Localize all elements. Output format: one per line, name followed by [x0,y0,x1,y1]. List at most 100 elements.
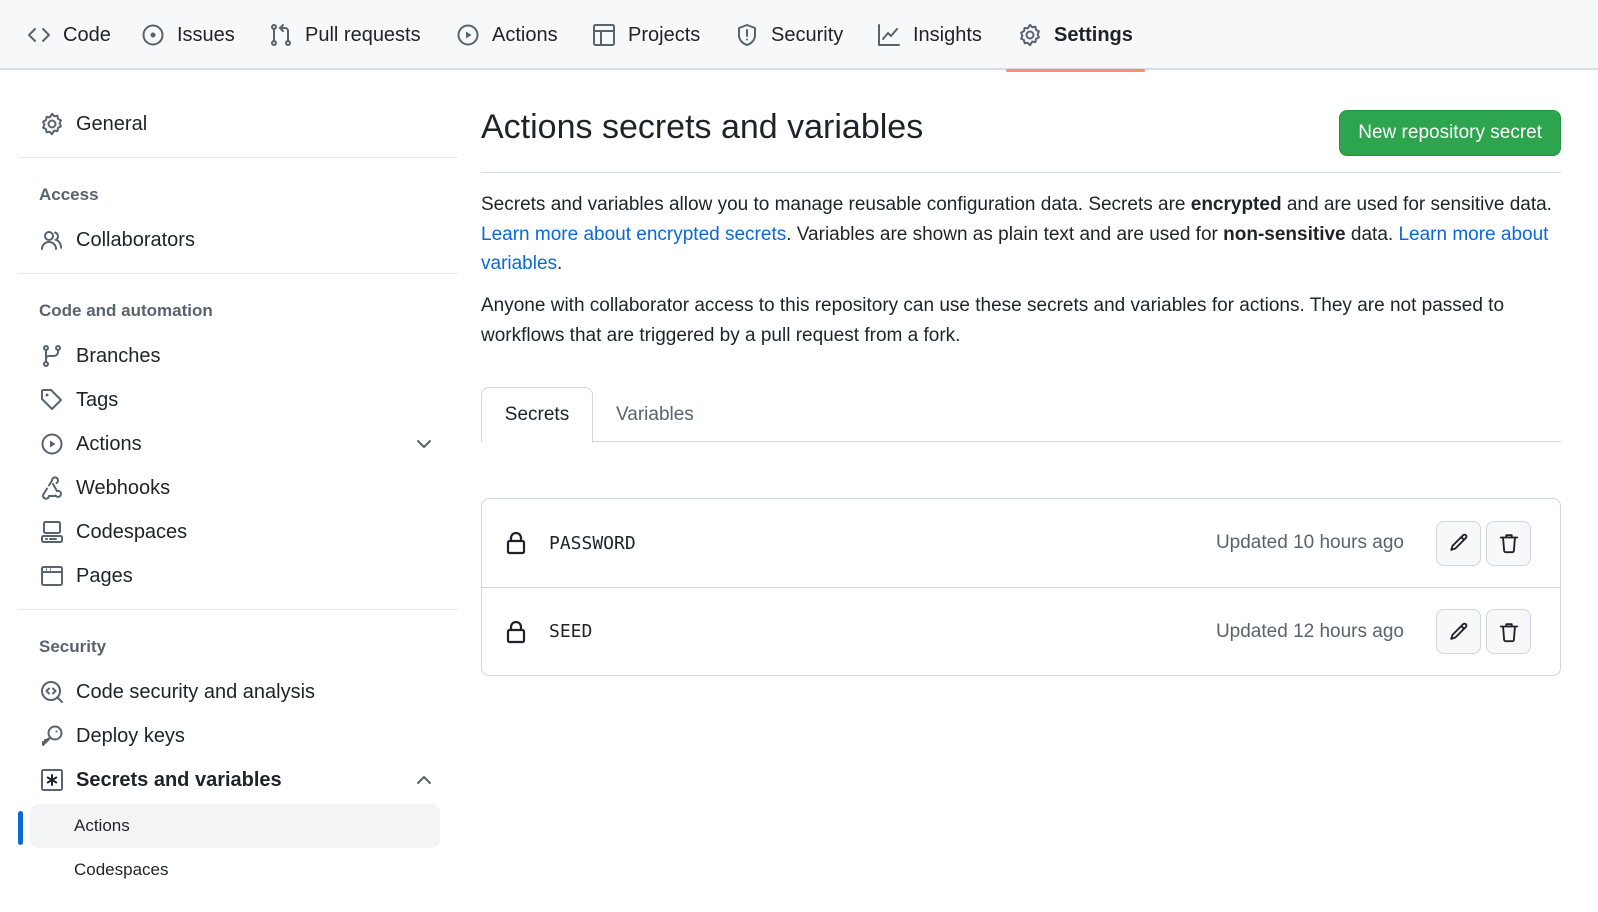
pencil-icon [1449,533,1467,551]
trash-icon [1499,622,1518,642]
secret-updated: Updated 12 hours ago [1215,620,1404,642]
tab-pull-requests-label: Pull requests [305,23,421,46]
shield-icon [738,24,756,46]
table-icon [593,24,615,46]
active-indicator [18,811,23,845]
sidebar-item-label: Tags [76,388,119,411]
sidebar-item-label: Pages [76,564,133,587]
chevron-up-icon[interactable] [414,770,434,790]
tab-actions-label: Actions [492,23,558,46]
sidebar-item-label: Webhooks [76,476,171,499]
issue-icon [142,24,164,46]
secret-row: SEED Updated 12 hours ago [482,587,1560,675]
tab-issues[interactable]: Issues [141,0,235,70]
sidebar-item-secrets-variables[interactable]: Secrets and variables [40,760,460,800]
graph-icon [878,24,900,46]
desc-text: . [557,253,563,274]
section-heading-security: Security [39,637,107,656]
divider [18,273,458,274]
sidebar-item-codespaces[interactable]: Codespaces [40,512,460,552]
pull-request-icon [271,24,291,46]
secret-name: SEED [549,621,593,642]
sidebar-item-tags[interactable]: Tags [40,380,460,420]
branch-icon [43,345,61,367]
tag-icon [41,389,62,410]
secret-updated: Updated 10 hours ago [1215,532,1404,553]
desc-text: . Variables are shown as plain text and … [786,223,1224,245]
learn-more-secrets-link[interactable]: Learn more about encrypted secrets [481,224,786,245]
tab-code-label: Code [63,23,111,46]
tab-insights-label: Insights [913,23,982,46]
tab-security-label: Security [771,23,844,46]
sidebar-item-code-security[interactable]: Code security and analysis [40,672,460,712]
divider [18,609,458,610]
repo-nav: Code Issues Pull requests Actions Projec… [0,0,1598,72]
secrets-list: PASSWORD Updated 10 hours ago SEED Updat… [481,498,1561,676]
webhook-icon [42,476,62,500]
sidebar-subitem-codespaces[interactable]: Codespaces [30,848,440,892]
gear-icon [42,112,62,136]
people-icon [41,231,62,250]
description-paragraph: Secrets and variables allow you to manag… [481,190,1561,279]
sidebar-item-collaborators[interactable]: Collaborators [40,220,460,260]
page-title: Actions secrets and variables [481,108,924,146]
tab-code[interactable]: Code [27,0,111,70]
pencil-icon [1449,622,1467,640]
desc-text: Secrets and variables allow you to manag… [481,194,1191,215]
sidebar-item-actions[interactable]: Actions [40,424,460,464]
sidebar-item-label: Branches [76,344,161,367]
tab-security[interactable]: Security [735,0,843,70]
divider [18,157,458,158]
codescan-icon [41,681,63,703]
codespaces-icon [41,521,63,543]
section-heading-code-automation: Code and automation [39,301,213,320]
tab-pull-requests[interactable]: Pull requests [269,0,421,70]
delete-secret-button[interactable] [1486,609,1531,654]
edit-secret-button[interactable] [1436,520,1481,566]
sidebar-item-label: Deploy keys [76,724,185,747]
chevron-down-icon[interactable] [414,434,434,454]
secret-row: PASSWORD Updated 10 hours ago [482,499,1560,587]
sidebar-item-label: Actions [76,432,142,455]
sidebar-item-label: Collaborators [76,228,195,251]
desc-text: data. [1345,223,1399,245]
desc-bold-encrypted: encrypted [1190,194,1282,215]
secret-name: PASSWORD [549,532,636,554]
sidebar-subitem-actions[interactable]: Actions [30,804,440,848]
sidebar-subitem-label: Actions [74,816,130,835]
tab-projects-label: Projects [628,23,701,46]
new-repository-secret-button[interactable]: New repository secret [1339,110,1561,156]
sidebar-item-general[interactable]: General [40,104,460,144]
sidebar-item-label: Secrets and variables [76,768,282,791]
sidebar-item-label: General [76,112,148,135]
lock-icon [506,531,526,555]
sidebar-item-pages[interactable]: Pages [40,556,460,596]
section-heading-access: Access [39,185,99,204]
desc-bold-non-sensitive: non-sensitive [1223,223,1346,245]
trash-icon [1499,534,1518,554]
sidebar-subitem-label: Codespaces [74,860,169,879]
sidebar-item-branches[interactable]: Branches [40,336,460,376]
tab-settings[interactable]: Settings [1006,0,1145,72]
tab-insights[interactable]: Insights [877,0,982,70]
lock-icon [506,620,526,643]
tab-secrets[interactable]: Secrets [481,387,593,443]
play-icon [457,24,479,46]
asterisk-box-icon [41,769,63,791]
tab-actions[interactable]: Actions [456,0,558,70]
sidebar-item-webhooks[interactable]: Webhooks [40,468,460,508]
tab-projects[interactable]: Projects [592,0,700,70]
tab-settings-label: Settings [1054,23,1133,46]
sidebar-item-label: Codespaces [76,520,188,543]
tab-label: Secrets [504,404,570,425]
tab-label: Variables [616,403,694,425]
sidebar-item-deploy-keys[interactable]: Deploy keys [40,716,460,756]
delete-secret-button[interactable] [1486,520,1531,566]
sidebar-item-label: Code security and analysis [76,680,316,703]
tab-variables[interactable]: Variables [616,387,694,442]
desc-text: and are used for sensitive data. [1281,194,1552,215]
edit-secret-button[interactable] [1436,609,1481,654]
secrets-variables-tabs: Secrets Variables [481,387,1561,443]
collaborator-note: Anyone with collaborator access to this … [481,295,1505,346]
code-icon [28,28,50,42]
